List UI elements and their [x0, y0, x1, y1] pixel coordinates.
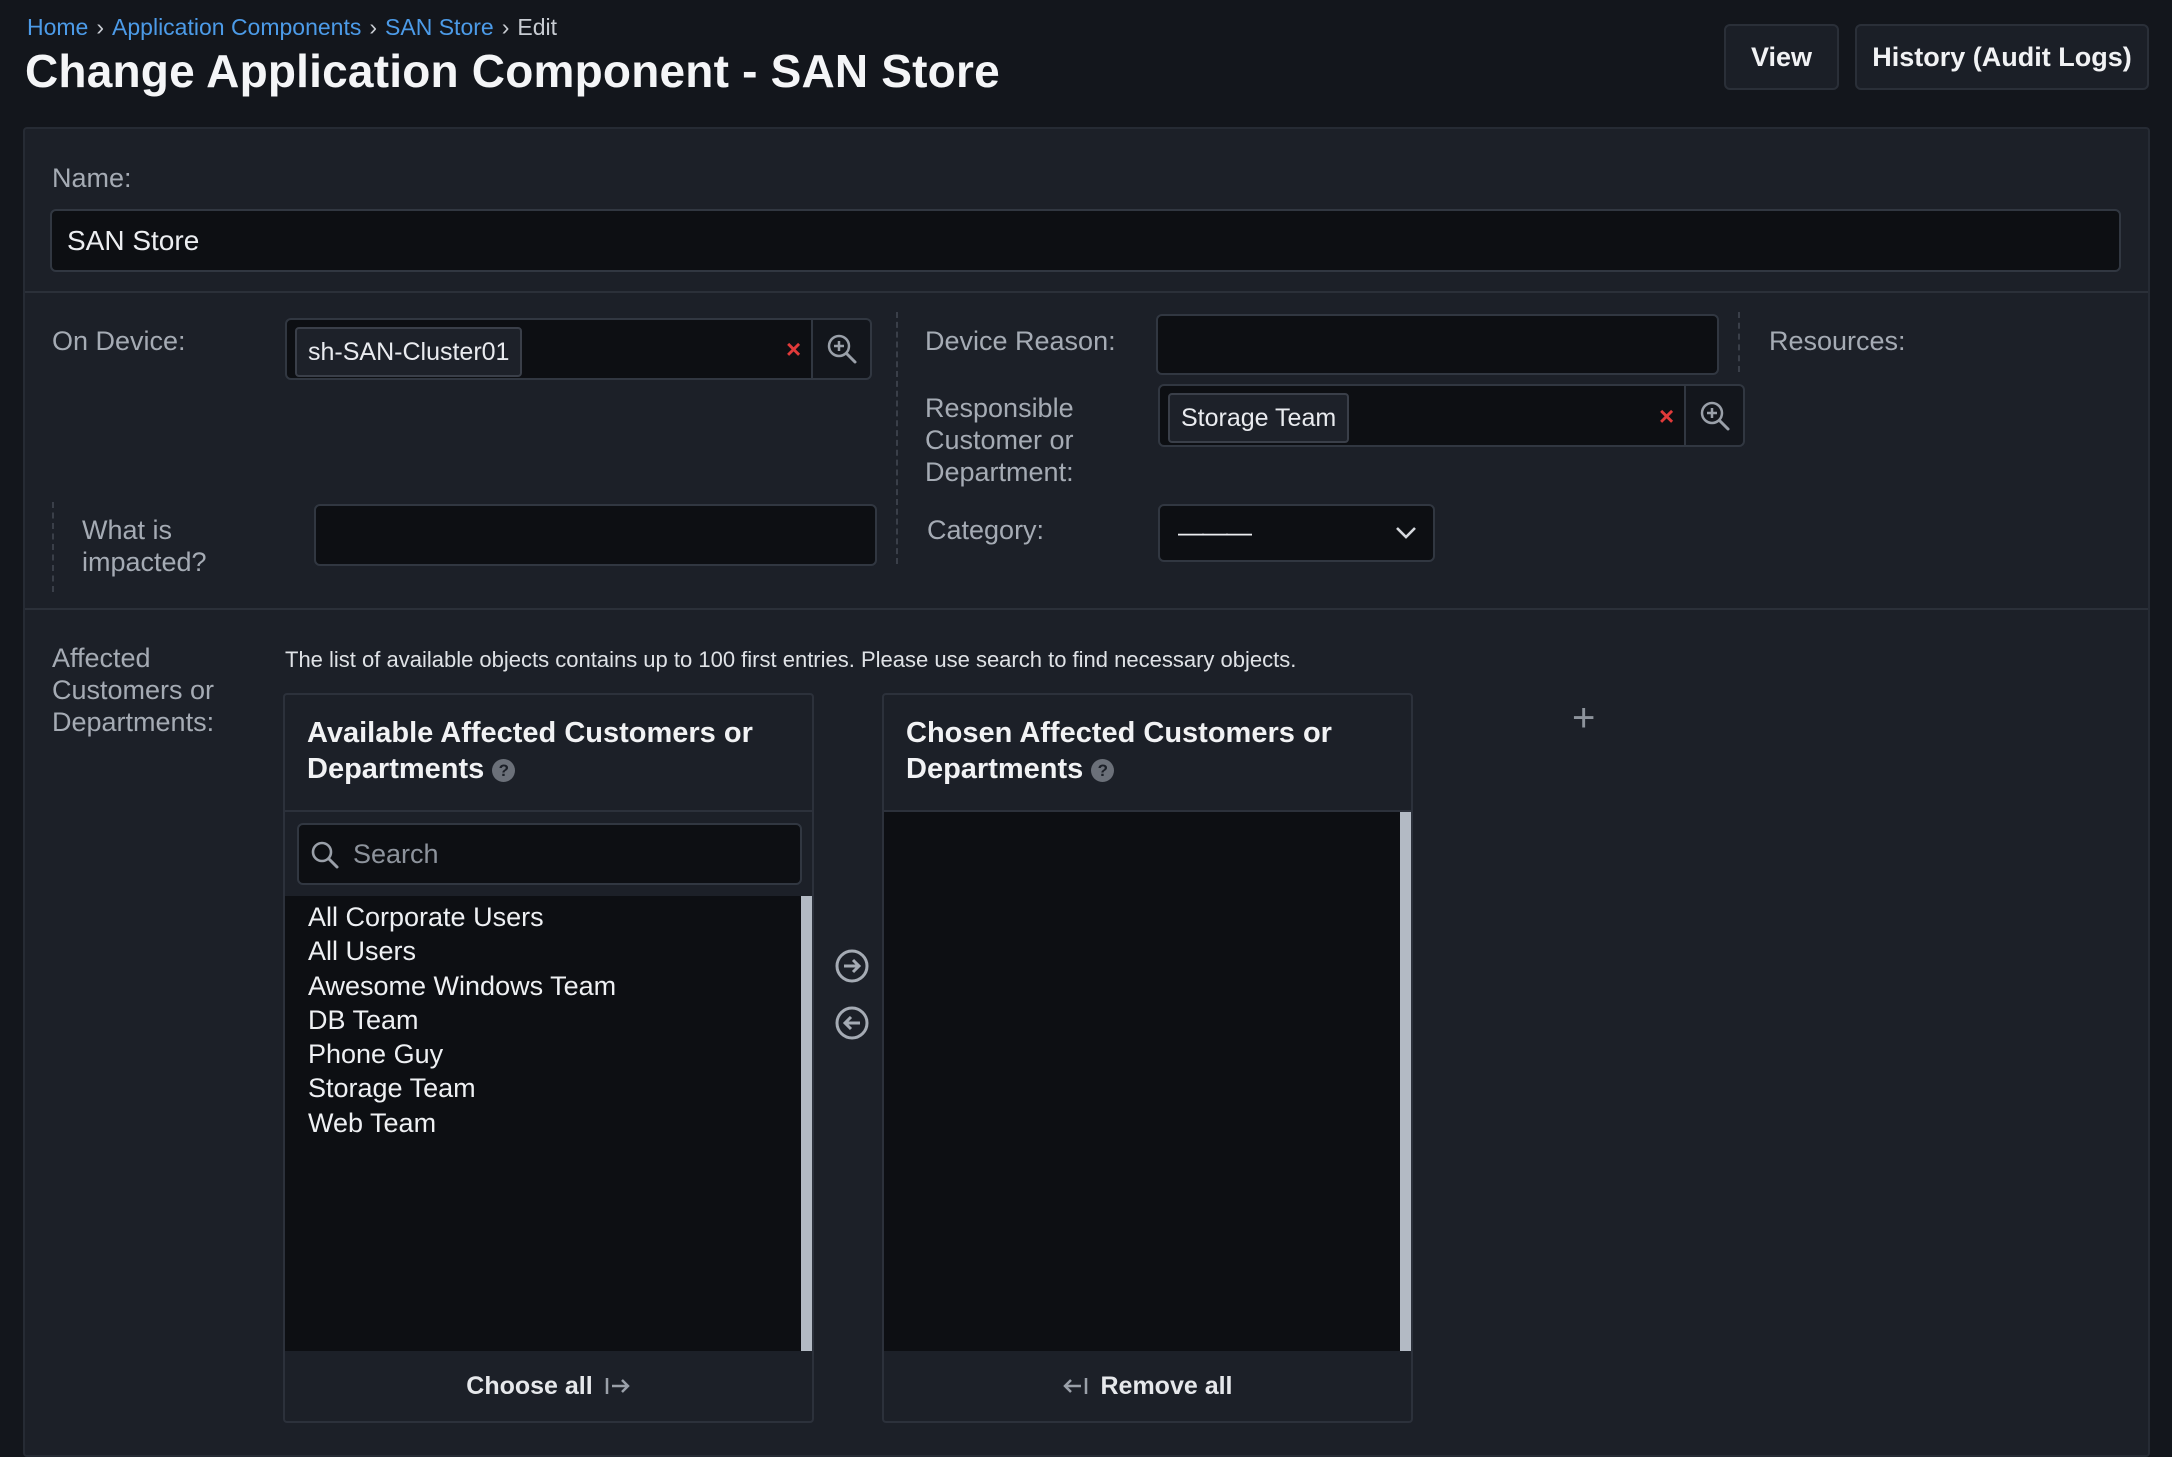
help-icon[interactable]: ? — [1091, 758, 1115, 782]
zoom-in-icon — [827, 334, 856, 364]
list-item[interactable]: Storage Team — [308, 1071, 616, 1105]
resources-label: Resources: — [1769, 326, 1906, 356]
name-input[interactable]: SAN Store — [50, 209, 2121, 272]
responsible-field[interactable]: Storage Team × — [1158, 384, 1686, 447]
help-icon[interactable]: ? — [492, 758, 516, 782]
available-selector: Available Affected Customers or Departme… — [283, 693, 814, 1423]
view-button[interactable]: View — [1724, 24, 1839, 90]
chosen-list[interactable] — [884, 812, 1411, 1351]
divider — [25, 291, 2148, 293]
available-list[interactable]: All Corporate Users All Users Awesome Wind… — [285, 896, 812, 1351]
history-audit-logs-button[interactable]: History (Audit Logs) — [1855, 24, 2149, 90]
add-icon[interactable]: + — [1572, 698, 1595, 738]
chevron-down-icon — [1396, 527, 1416, 539]
on-device-lookup-button[interactable] — [813, 318, 872, 380]
list-item[interactable]: All Users — [308, 934, 616, 968]
choose-all-icon — [605, 1378, 630, 1394]
move-right-icon[interactable] — [835, 949, 869, 983]
scrollbar[interactable] — [1400, 812, 1411, 1351]
on-device-chip: sh-SAN-Cluster01 — [295, 327, 523, 377]
available-search-input[interactable]: Search — [297, 823, 802, 885]
on-device-field[interactable]: sh-SAN-Cluster01 × — [285, 318, 813, 380]
remove-all-icon — [1063, 1378, 1088, 1394]
list-item[interactable]: Awesome Windows Team — [308, 969, 616, 1003]
scrollbar[interactable] — [801, 896, 812, 1351]
breadcrumb: Home › Application Components › SAN Store › Ed… — [27, 14, 557, 40]
device-reason-input[interactable] — [1156, 314, 1719, 375]
name-label: Name: — [52, 163, 132, 193]
column-divider — [1738, 312, 1740, 372]
column-divider — [896, 312, 898, 564]
what-impacted-input[interactable] — [314, 504, 877, 566]
column-divider — [52, 502, 54, 592]
breadcrumb-current: Edit — [517, 14, 557, 40]
help-text: The list of available objects contains u… — [285, 647, 1297, 672]
available-title: Available Affected Customers or Departme… — [307, 717, 753, 785]
breadcrumb-home[interactable]: Home — [27, 14, 88, 40]
list-item[interactable]: All Corporate Users — [308, 900, 616, 934]
search-icon — [311, 841, 339, 869]
category-value: ——— — [1178, 517, 1252, 547]
responsible-label: Responsible Customer or Department: — [925, 393, 1074, 487]
chosen-selector: Chosen Affected Customers or Departments… — [882, 693, 1413, 1423]
remove-all-button[interactable]: Remove all — [884, 1351, 1411, 1421]
breadcrumb-san-store[interactable]: SAN Store — [385, 14, 494, 40]
search-placeholder: Search — [353, 838, 439, 869]
on-device-label: On Device: — [52, 326, 186, 356]
choose-all-button[interactable]: Choose all — [285, 1351, 812, 1421]
list-item[interactable]: Web Team — [308, 1106, 616, 1140]
responsible-chip: Storage Team — [1168, 393, 1350, 443]
responsible-clear-icon[interactable]: × — [1659, 401, 1674, 432]
responsible-lookup-button[interactable] — [1686, 384, 1745, 447]
category-select[interactable]: ——— — [1158, 504, 1435, 562]
breadcrumb-application-components[interactable]: Application Components — [112, 14, 361, 40]
chosen-title: Chosen Affected Customers or Departments… — [906, 717, 1332, 785]
list-item[interactable]: DB Team — [308, 1003, 616, 1037]
list-item[interactable]: Phone Guy — [308, 1037, 616, 1071]
move-left-icon[interactable] — [835, 1006, 869, 1040]
page-title: Change Application Component - SAN Store — [25, 45, 1000, 97]
affected-label: Affected Customers or Departments: — [52, 643, 215, 737]
zoom-in-icon — [1700, 401, 1729, 430]
category-label: Category: — [927, 515, 1045, 545]
divider — [25, 608, 2148, 610]
what-impacted-label: What is impacted? — [82, 515, 207, 577]
device-reason-label: Device Reason: — [925, 326, 1116, 356]
on-device-clear-icon[interactable]: × — [786, 334, 801, 365]
